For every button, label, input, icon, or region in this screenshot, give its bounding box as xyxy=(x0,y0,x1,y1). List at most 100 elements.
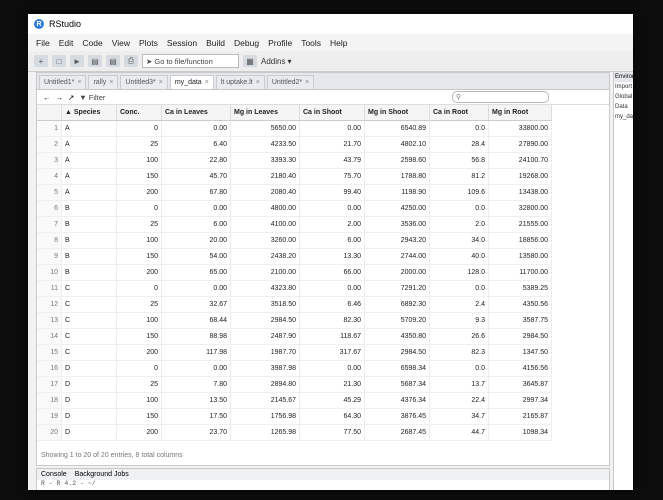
table-row[interactable]: 1 A 0 0.00 5650.00 0.00 6540.89 0.0 33800.00 xyxy=(37,120,552,137)
table-cell: 200 xyxy=(116,344,162,361)
column-header[interactable]: Mg in Leaves xyxy=(230,105,300,121)
tab-my-data[interactable]: my_data × xyxy=(169,75,214,89)
table-cell: 75.70 xyxy=(299,168,365,185)
table-cell: 45.29 xyxy=(299,392,365,409)
table-cell: 6892.30 xyxy=(364,296,430,313)
table-cell: 4800.00 xyxy=(230,200,300,217)
menu-code[interactable]: Code xyxy=(78,38,107,48)
tab-background-jobs[interactable]: Background Jobs xyxy=(75,471,129,478)
search-input[interactable]: ⚲ xyxy=(452,91,549,103)
table-row[interactable]: 10 B 200 65.00 2100.00 66.00 2000.00 128.0 11700… xyxy=(37,264,552,281)
menu-profile[interactable]: Profile xyxy=(264,38,297,48)
table-cell: 1788.80 xyxy=(364,168,430,185)
tab-lt-uptake[interactable]: lt uptake.lt × xyxy=(215,75,265,89)
table-row[interactable]: 3 A 100 22.80 3393.30 43.79 2598.60 56.8 24100.7… xyxy=(37,152,552,169)
close-icon[interactable]: × xyxy=(159,79,163,86)
table-row[interactable]: 16 D 0 0.00 3987.98 0.00 6598.34 0.0 4156.56 xyxy=(37,360,552,377)
console-tabs: Console Background Jobs xyxy=(37,469,609,480)
table-cell: A xyxy=(61,120,117,137)
column-header[interactable]: Ca in Shoot xyxy=(299,105,365,121)
table-cell: 23.70 xyxy=(161,424,231,441)
row-number: 13 xyxy=(37,312,62,329)
close-icon[interactable]: × xyxy=(109,79,113,86)
goto-placeholder: Go to file/function xyxy=(154,56,213,66)
table-cell: 67.80 xyxy=(161,184,231,201)
column-header[interactable]: ▲ Species xyxy=(61,105,117,121)
back-arrow-icon[interactable]: ← xyxy=(43,93,51,102)
grid-icon[interactable]: ▦ xyxy=(243,55,257,67)
close-icon[interactable]: × xyxy=(256,79,260,86)
table-row[interactable]: 2 A 25 6.40 4233.50 21.70 4802.10 28.4 27890.00 xyxy=(37,136,552,153)
tab-rally[interactable]: rally × xyxy=(88,75,119,89)
row-number: 3 xyxy=(37,152,62,169)
table-cell: 17.50 xyxy=(161,408,231,425)
table-cell: 21.70 xyxy=(299,136,365,153)
table-cell: 6.00 xyxy=(299,232,365,249)
data-section-header: Data xyxy=(615,104,628,110)
table-row[interactable]: 14 C 150 88.98 2487.90 118.67 4350.80 26.6 2984.… xyxy=(37,328,552,345)
table-cell: 6.40 xyxy=(161,136,231,153)
print-icon[interactable]: ⎙ xyxy=(124,55,138,67)
column-header[interactable]: Mg in Shoot xyxy=(364,105,430,121)
menu-help[interactable]: Help xyxy=(326,38,352,48)
filter-button[interactable]: ▼ Filter xyxy=(79,93,105,102)
menu-edit[interactable]: Edit xyxy=(55,38,79,48)
forward-arrow-icon[interactable]: → xyxy=(56,93,64,102)
save-icon[interactable]: ▤ xyxy=(88,55,102,67)
menu-view[interactable]: View xyxy=(108,38,135,48)
goto-file-input[interactable]: ➤ Go to file/function xyxy=(142,54,239,68)
chevron-down-icon: ▾ xyxy=(287,56,292,66)
table-cell: 43.79 xyxy=(299,152,365,169)
table-row[interactable]: 15 C 200 117.98 1987.70 317.67 2984.50 82.3 1347… xyxy=(37,344,552,361)
table-row[interactable]: 9 B 150 54.00 2438.20 13.30 2744.00 40.0 13580.0… xyxy=(37,248,552,265)
table-row[interactable]: 13 C 100 68.44 2984.50 82.30 5709.20 9.3 3587.75 xyxy=(37,312,552,329)
table-cell: 25 xyxy=(116,136,162,153)
tab-untitled3[interactable]: Untitled3* × xyxy=(120,75,168,89)
close-icon[interactable]: × xyxy=(77,79,81,86)
tab-console[interactable]: Console xyxy=(41,471,67,478)
table-row[interactable]: 17 D 25 7.80 2894.80 21.30 5687.34 13.7 3645.87 xyxy=(37,376,552,393)
table-row[interactable]: 8 B 100 20.00 3260.00 6.00 2943.20 34.0 18856.00 xyxy=(37,232,552,249)
close-icon[interactable]: × xyxy=(305,79,309,86)
table-cell: 81.2 xyxy=(429,168,489,185)
new-project-icon[interactable]: □ xyxy=(52,55,66,67)
tab-untitled2[interactable]: Untitled2* × xyxy=(266,75,315,89)
table-row[interactable]: 5 A 200 67.80 2080.40 99.40 1198.90 109.6 13438.… xyxy=(37,184,552,201)
table-row[interactable]: 18 D 100 13.50 2145.67 45.29 4376.34 22.4 2997.3… xyxy=(37,392,552,409)
table-cell: 24100.70 xyxy=(488,152,552,169)
table-row[interactable]: 4 A 150 45.70 2180.40 75.70 1788.80 81.2 19268.0… xyxy=(37,168,552,185)
environment-selector[interactable]: Global Environment xyxy=(614,92,633,102)
menu-plots[interactable]: Plots xyxy=(135,38,163,48)
save-all-icon[interactable]: ▤ xyxy=(106,55,120,67)
table-cell: 77.50 xyxy=(299,424,365,441)
popout-icon[interactable]: ↗ xyxy=(68,93,74,102)
table-cell: 4350.80 xyxy=(364,328,430,345)
close-icon[interactable]: × xyxy=(205,79,209,86)
table-row[interactable]: 6 B 0 0.00 4800.00 0.00 4250.00 0.0 32800.00 xyxy=(37,200,552,217)
open-file-icon[interactable]: ► xyxy=(70,55,84,67)
tab-environment[interactable]: Environment xyxy=(614,72,633,82)
env-data-item[interactable]: my_data xyxy=(614,112,633,122)
column-header[interactable]: Ca in Leaves xyxy=(161,105,231,121)
table-cell: 0 xyxy=(116,200,162,217)
table-row[interactable]: 19 D 150 17.50 1756.98 64.30 3876.45 34.7 2165.8… xyxy=(37,408,552,425)
table-row[interactable]: 11 C 0 0.00 4323.80 0.00 7291.20 0.0 5389.25 xyxy=(37,280,552,297)
menu-file[interactable]: File xyxy=(32,38,55,48)
addins-menu[interactable]: Addins ▾ xyxy=(261,57,291,66)
import-dataset-button[interactable]: Import Dataset xyxy=(614,82,633,92)
tab-label: Untitled1* xyxy=(44,79,75,86)
menu-debug[interactable]: Debug xyxy=(230,38,264,48)
table-row[interactable]: 7 B 25 6.00 4100.00 2.00 3536.00 2.0 21555.00 xyxy=(37,216,552,233)
column-header[interactable]: Ca in Root xyxy=(429,105,489,121)
menu-build[interactable]: Build xyxy=(202,38,230,48)
tab-untitled1[interactable]: Untitled1* × xyxy=(39,75,87,89)
column-header[interactable]: Conc. xyxy=(116,105,162,121)
column-header[interactable]: Mg in Root xyxy=(488,105,552,121)
console-line: R - R 4.2 - ~/ xyxy=(41,480,96,487)
new-file-icon[interactable]: + xyxy=(34,55,48,67)
table-row[interactable]: 20 D 200 23.70 1265.98 77.50 2687.45 44.7 1098.3… xyxy=(37,424,552,441)
row-number: 5 xyxy=(37,184,62,201)
menu-tools[interactable]: Tools xyxy=(297,38,326,48)
menu-session[interactable]: Session xyxy=(163,38,202,48)
table-row[interactable]: 12 C 25 32.67 3518.50 6.46 6892.30 2.4 4350.56 xyxy=(37,296,552,313)
